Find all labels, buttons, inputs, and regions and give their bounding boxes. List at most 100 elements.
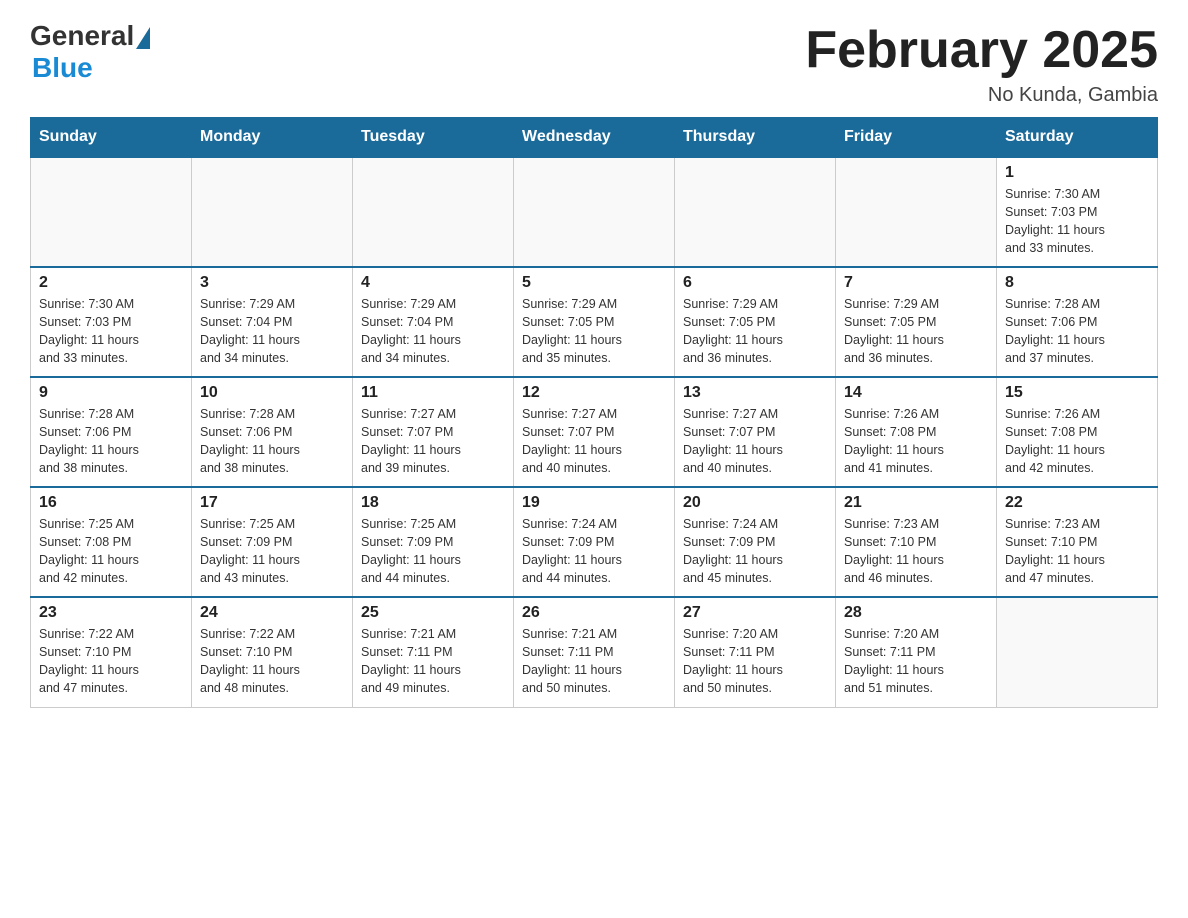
day-info-line: Daylight: 11 hours xyxy=(522,333,622,347)
day-number: 3 xyxy=(200,274,344,292)
day-info-line: Sunrise: 7:29 AM xyxy=(683,297,778,311)
day-info-line: Daylight: 11 hours xyxy=(200,333,300,347)
day-info: Sunrise: 7:20 AMSunset: 7:11 PMDaylight:… xyxy=(844,625,988,698)
day-info-line: Sunset: 7:09 PM xyxy=(522,535,614,549)
day-number: 11 xyxy=(361,384,505,402)
day-info: Sunrise: 7:25 AMSunset: 7:09 PMDaylight:… xyxy=(361,515,505,588)
day-info-line: Sunrise: 7:28 AM xyxy=(1005,297,1100,311)
day-info-line: Sunset: 7:11 PM xyxy=(361,645,453,659)
calendar-cell: 4Sunrise: 7:29 AMSunset: 7:04 PMDaylight… xyxy=(353,267,514,377)
day-number: 13 xyxy=(683,384,827,402)
day-number: 2 xyxy=(39,274,183,292)
week-row: 2Sunrise: 7:30 AMSunset: 7:03 PMDaylight… xyxy=(31,267,1158,377)
day-info-line: and 38 minutes. xyxy=(39,461,128,475)
day-info-line: Sunset: 7:07 PM xyxy=(683,425,775,439)
calendar-cell: 24Sunrise: 7:22 AMSunset: 7:10 PMDayligh… xyxy=(192,597,353,707)
day-info-line: Sunrise: 7:28 AM xyxy=(200,407,295,421)
calendar-day-header: Saturday xyxy=(997,118,1158,158)
calendar-cell: 20 Sunrise: 7:24 AMSunset: 7:09 PMDayligh… xyxy=(675,487,836,597)
logo-blue: Blue xyxy=(30,52,93,84)
day-info-line: Sunset: 7:08 PM xyxy=(39,535,131,549)
day-number: 26 xyxy=(522,604,666,622)
day-info-line: and 38 minutes. xyxy=(200,461,289,475)
day-info-line: Daylight: 11 hours xyxy=(683,663,783,677)
day-number: 14 xyxy=(844,384,988,402)
day-info-line: Daylight: 11 hours xyxy=(1005,443,1105,457)
calendar-cell: 5 Sunrise: 7:29 AMSunset: 7:05 PMDaylight… xyxy=(514,267,675,377)
day-number: 28 xyxy=(844,604,988,622)
week-row: 1Sunrise: 7:30 AMSunset: 7:03 PMDaylight… xyxy=(31,157,1158,267)
day-info-line: and 50 minutes. xyxy=(522,681,611,695)
day-info-line: Daylight: 11 hours xyxy=(39,553,139,567)
day-info-line: Daylight: 11 hours xyxy=(1005,223,1105,237)
day-info-line: Daylight: 11 hours xyxy=(39,333,139,347)
day-info-line: and 40 minutes. xyxy=(522,461,611,475)
day-info-line: Daylight: 11 hours xyxy=(522,553,622,567)
day-number: 25 xyxy=(361,604,505,622)
day-info-line: Sunrise: 7:20 AM xyxy=(683,627,778,641)
day-info-line: and 41 minutes. xyxy=(844,461,933,475)
day-info-line: Sunset: 7:06 PM xyxy=(39,425,131,439)
day-info-line: Sunrise: 7:23 AM xyxy=(1005,517,1100,531)
calendar-cell: 14Sunrise: 7:26 AMSunset: 7:08 PMDayligh… xyxy=(836,377,997,487)
day-number: 15 xyxy=(1005,384,1149,402)
day-number: 5 xyxy=(522,274,666,292)
day-info: Sunrise: 7:30 AMSunset: 7:03 PMDaylight:… xyxy=(1005,185,1149,258)
day-info-line: Sunset: 7:10 PM xyxy=(39,645,131,659)
day-number: 19 xyxy=(522,494,666,512)
calendar-cell: 8Sunrise: 7:28 AMSunset: 7:06 PMDaylight… xyxy=(997,267,1158,377)
day-info-line: Sunrise: 7:20 AM xyxy=(844,627,939,641)
logo-triangle-icon xyxy=(136,27,150,49)
day-info: Sunrise: 7:24 AMSunset: 7:09 PMDaylight:… xyxy=(522,515,666,588)
calendar-cell: 11Sunrise: 7:27 AMSunset: 7:07 PMDayligh… xyxy=(353,377,514,487)
day-info-line: Sunset: 7:06 PM xyxy=(1005,315,1097,329)
day-info-line: Sunrise: 7:29 AM xyxy=(361,297,456,311)
day-info-line: Sunset: 7:05 PM xyxy=(683,315,775,329)
day-info: Sunrise: 7:27 AMSunset: 7:07 PMDaylight:… xyxy=(522,405,666,478)
day-info: Sunrise: 7:28 AMSunset: 7:06 PMDaylight:… xyxy=(1005,295,1149,368)
day-info-line: Sunset: 7:10 PM xyxy=(1005,535,1097,549)
day-info-line: Sunset: 7:11 PM xyxy=(683,645,775,659)
day-info: Sunrise: 7:22 AMSunset: 7:10 PMDaylight:… xyxy=(200,625,344,698)
day-info-line: Sunset: 7:09 PM xyxy=(683,535,775,549)
day-info-line: and 44 minutes. xyxy=(361,571,450,585)
calendar-cell xyxy=(514,157,675,267)
day-info-line: Daylight: 11 hours xyxy=(1005,553,1105,567)
day-info-line: Sunset: 7:05 PM xyxy=(844,315,936,329)
day-info-line: Sunrise: 7:25 AM xyxy=(39,517,134,531)
day-info-line: Sunset: 7:09 PM xyxy=(200,535,292,549)
day-info-line: and 34 minutes. xyxy=(361,351,450,365)
calendar-cell: 23Sunrise: 7:22 AMSunset: 7:10 PMDayligh… xyxy=(31,597,192,707)
day-info: Sunrise: 7:24 AMSunset: 7:09 PMDaylight:… xyxy=(683,515,827,588)
day-info-line: Sunset: 7:05 PM xyxy=(522,315,614,329)
day-info: Sunrise: 7:21 AMSunset: 7:11 PMDaylight:… xyxy=(522,625,666,698)
calendar-cell: 27Sunrise: 7:20 AMSunset: 7:11 PMDayligh… xyxy=(675,597,836,707)
calendar-cell: 12Sunrise: 7:27 AMSunset: 7:07 PMDayligh… xyxy=(514,377,675,487)
calendar-cell: 3Sunrise: 7:29 AMSunset: 7:04 PMDaylight… xyxy=(192,267,353,377)
calendar-cell: 16Sunrise: 7:25 AMSunset: 7:08 PMDayligh… xyxy=(31,487,192,597)
day-info-line: Sunset: 7:06 PM xyxy=(200,425,292,439)
day-info-line: Sunrise: 7:21 AM xyxy=(522,627,617,641)
day-info-line: Daylight: 11 hours xyxy=(200,553,300,567)
calendar-cell: 17Sunrise: 7:25 AMSunset: 7:09 PMDayligh… xyxy=(192,487,353,597)
calendar-day-header: Friday xyxy=(836,118,997,158)
day-number: 23 xyxy=(39,604,183,622)
day-info-line: Daylight: 11 hours xyxy=(361,333,461,347)
day-number: 20 xyxy=(683,494,827,512)
week-row: 23 Sunrise: 7:22 AMSunset: 7:10 PMDayligh… xyxy=(31,597,1158,707)
calendar-cell xyxy=(675,157,836,267)
calendar-cell: 9Sunrise: 7:28 AMSunset: 7:06 PMDaylight… xyxy=(31,377,192,487)
day-info-line: Sunrise: 7:27 AM xyxy=(361,407,456,421)
day-number: 21 xyxy=(844,494,988,512)
day-info: Sunrise: 7:29 AMSunset: 7:05 PMDaylight:… xyxy=(522,295,666,368)
day-info-line: and 44 minutes. xyxy=(522,571,611,585)
day-info-line: and 43 minutes. xyxy=(200,571,289,585)
day-info-line: Sunset: 7:11 PM xyxy=(522,645,614,659)
day-info-line: and 37 minutes. xyxy=(1005,351,1094,365)
day-info-line: Daylight: 11 hours xyxy=(683,553,783,567)
day-info-line: Daylight: 11 hours xyxy=(683,333,783,347)
day-info-line: Daylight: 11 hours xyxy=(361,443,461,457)
day-number: 6 xyxy=(683,274,827,292)
day-info: Sunrise: 7:29 AMSunset: 7:05 PMDaylight:… xyxy=(844,295,988,368)
day-info-line: and 50 minutes. xyxy=(683,681,772,695)
